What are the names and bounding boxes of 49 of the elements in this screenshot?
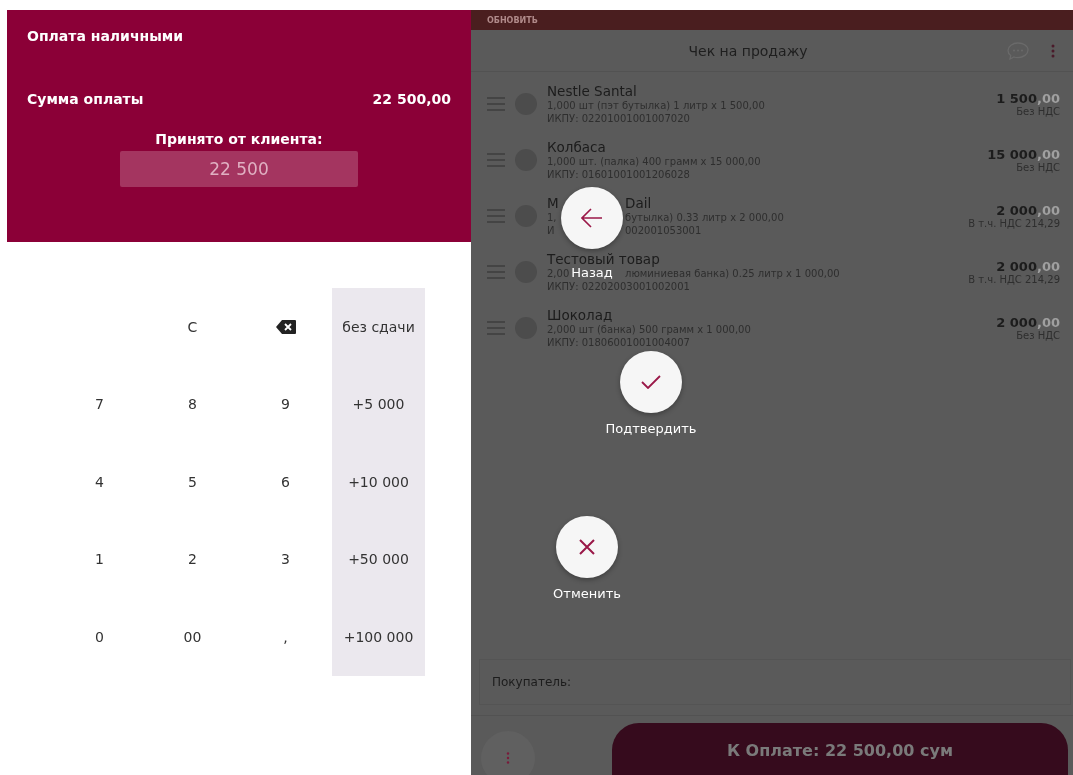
item-amount: 15 000,00 [987,147,1060,162]
confirm-button[interactable] [620,351,682,413]
item-name: M [547,194,559,211]
sum-value: 22 500,00 [372,91,451,107]
more-icon [506,752,510,764]
backspace-icon [275,319,296,334]
payment-title: Оплата наличными [27,28,185,44]
cancel-button[interactable] [556,516,618,578]
keypad-key[interactable]: 00 [146,598,239,676]
item-name: Шоколад [547,306,613,323]
back-label: Назад [571,265,613,280]
refresh-button[interactable]: ОБНОВИТЬ [487,15,538,25]
sum-label: Сумма оплаты [27,91,144,107]
quick-amount-button[interactable]: +5 000 [332,365,425,443]
item-amount: 2 000,00 [996,315,1060,330]
close-icon [579,539,595,555]
keypad-key[interactable]: , [239,598,332,676]
keypad-key[interactable]: 3 [239,520,332,598]
keypad-key[interactable]: 6 [239,443,332,521]
quick-amount-button[interactable]: +100 000 [332,598,425,676]
pay-button[interactable]: К Оплате: 22 500,00 сум [612,723,1068,775]
item-name: Nestle Santal [547,82,637,99]
more-icon[interactable] [1051,43,1055,58]
keypad-key[interactable]: 2 [146,520,239,598]
menu-button[interactable] [481,731,535,775]
quick-amount-button[interactable]: +50 000 [332,520,425,598]
keypad-key[interactable]: 5 [146,443,239,521]
back-button[interactable] [561,187,623,249]
keypad-key[interactable]: 7 [53,365,146,443]
cancel-label: Отменить [553,586,621,601]
item-name: Dail [625,194,652,211]
quick-amount-button[interactable]: +10 000 [332,443,425,521]
back-arrow-icon [581,208,603,228]
keypad-key[interactable]: 4 [53,443,146,521]
quick-amount-button[interactable]: без сдачи [332,288,425,366]
receipt-title: Чек на продажу [687,42,809,59]
item-amount: 2 000,00 [996,203,1060,218]
received-label: Принято от клиента: [154,131,324,147]
keypad-key[interactable]: 9 [239,365,332,443]
item-amount: 1 500,00 [996,91,1060,106]
confirm-label: Подтвердить [605,421,697,436]
item-name: Колбаса [547,138,606,155]
item-amount: 2 000,00 [996,259,1060,274]
keypad-key[interactable]: 8 [146,365,239,443]
check-icon [641,375,661,389]
keypad-key[interactable]: C [146,288,239,366]
keypad-key[interactable]: 0 [53,598,146,676]
keypad-key[interactable]: 1 [53,520,146,598]
item-name: Тестовый товар [547,250,660,267]
